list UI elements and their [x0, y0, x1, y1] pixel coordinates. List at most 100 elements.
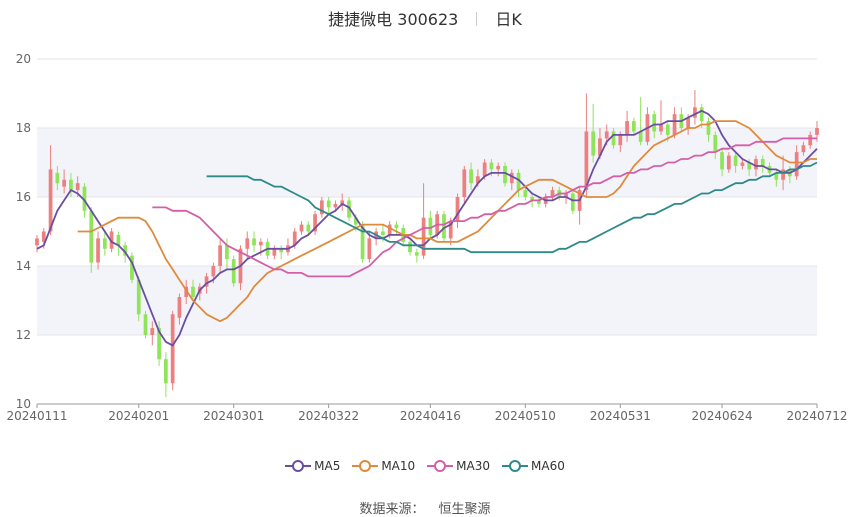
- candle-body: [523, 190, 528, 197]
- candle-body: [665, 124, 670, 135]
- candle-body: [35, 238, 39, 246]
- candle-body: [611, 131, 616, 146]
- y-tick-label: 16: [16, 190, 31, 204]
- candle-body: [672, 114, 677, 135]
- x-tick-label: 20240201: [108, 409, 169, 423]
- x-tick-label: 20240416: [400, 409, 461, 423]
- candle-body: [496, 165, 501, 170]
- x-tick-label: 20240322: [298, 409, 359, 423]
- candle-body: [333, 203, 338, 208]
- source-label: 数据来源：: [359, 502, 425, 517]
- source-value: 恒生聚源: [438, 502, 491, 517]
- candle-body: [231, 259, 236, 284]
- candle-body: [48, 169, 53, 232]
- candle-body: [815, 128, 819, 135]
- candle-body: [408, 241, 412, 253]
- legend-label: MA30: [456, 458, 491, 473]
- x-tick-label: 20240712: [786, 409, 847, 423]
- y-tick-label: 14: [16, 259, 31, 273]
- candle-body: [699, 107, 704, 122]
- candle-body: [299, 224, 304, 232]
- candle-body: [69, 179, 73, 191]
- legend-item-ma60[interactable]: MA60: [502, 458, 565, 473]
- candle-body: [632, 121, 636, 132]
- candle-body: [604, 131, 609, 139]
- x-tick-label: 20240111: [6, 409, 67, 423]
- candle-body: [225, 245, 229, 260]
- candle-body: [164, 359, 168, 384]
- candle-body: [442, 214, 446, 239]
- candle-body: [191, 286, 195, 298]
- candle-body: [252, 238, 256, 246]
- candle-body: [808, 134, 813, 146]
- candle-body: [272, 248, 277, 256]
- candle-body: [462, 169, 467, 197]
- candle-body: [503, 165, 507, 184]
- candle-body: [306, 224, 311, 232]
- candle-body: [177, 297, 182, 318]
- y-tick-label: 18: [16, 121, 31, 135]
- candle-body: [754, 159, 758, 170]
- x-tick-label: 20240624: [692, 409, 753, 423]
- candle-body: [733, 155, 738, 166]
- candle-body: [218, 245, 222, 266]
- candle-body: [625, 121, 629, 135]
- candle-body: [367, 238, 372, 260]
- candle-body: [482, 162, 487, 177]
- candle-body: [143, 314, 148, 335]
- candle-body: [713, 134, 718, 153]
- candle-body: [489, 162, 494, 170]
- candle-body: [570, 193, 575, 211]
- candle-body: [245, 238, 250, 249]
- candle-body: [258, 241, 263, 246]
- candle-body: [75, 183, 80, 191]
- candle-body: [89, 210, 94, 263]
- candle-body: [55, 172, 60, 184]
- candle-body: [801, 145, 806, 153]
- legend-item-ma10[interactable]: MA10: [352, 458, 415, 473]
- candle-body: [170, 314, 175, 384]
- candle-body: [211, 266, 216, 277]
- legend-item-ma30[interactable]: MA30: [427, 458, 490, 473]
- legend-item-ma5[interactable]: MA5: [285, 458, 340, 473]
- y-tick-label: 12: [16, 328, 31, 342]
- legend-marker: [502, 459, 529, 472]
- x-tick-label: 20240510: [495, 409, 556, 423]
- candle-body: [794, 152, 799, 177]
- candle-body: [414, 252, 419, 256]
- background-band: [37, 266, 817, 335]
- legend-label: MA10: [381, 458, 416, 473]
- candle-body: [421, 217, 426, 256]
- candle-body: [96, 238, 100, 263]
- legend-label: MA60: [531, 458, 565, 473]
- candle-body: [102, 238, 107, 249]
- candlestick-chart: 10121416182020240111 20240201 20240301 2024…: [6, 52, 847, 423]
- candle-body: [652, 114, 657, 132]
- candle-body: [326, 200, 331, 208]
- candle-body: [693, 107, 697, 118]
- candle-body: [428, 217, 433, 235]
- candle-body: [720, 152, 724, 170]
- y-tick-label: 20: [16, 52, 31, 66]
- candle-body: [62, 179, 66, 187]
- candle-body: [618, 134, 623, 146]
- legend-marker: [285, 459, 312, 472]
- legend-label: MA5: [314, 458, 341, 473]
- candle-body: [469, 169, 473, 184]
- x-tick-label: 20240531: [590, 409, 651, 423]
- candle-body: [781, 169, 785, 180]
- candle-body: [591, 131, 596, 156]
- candle-body: [740, 162, 745, 166]
- candle-body: [760, 159, 765, 166]
- background-band: [37, 128, 817, 197]
- legend-marker: [427, 459, 454, 472]
- candle-body: [387, 224, 392, 235]
- candle-body: [659, 124, 663, 132]
- candle-body: [509, 172, 514, 184]
- candle-body: [381, 231, 385, 235]
- data-source: 数据来源： 恒生聚源: [0, 498, 850, 517]
- chart-legend: MA5 MA10 MA30 MA60: [0, 458, 850, 473]
- candle-body: [726, 155, 731, 170]
- candle-body: [150, 328, 155, 335]
- legend-marker: [352, 459, 379, 472]
